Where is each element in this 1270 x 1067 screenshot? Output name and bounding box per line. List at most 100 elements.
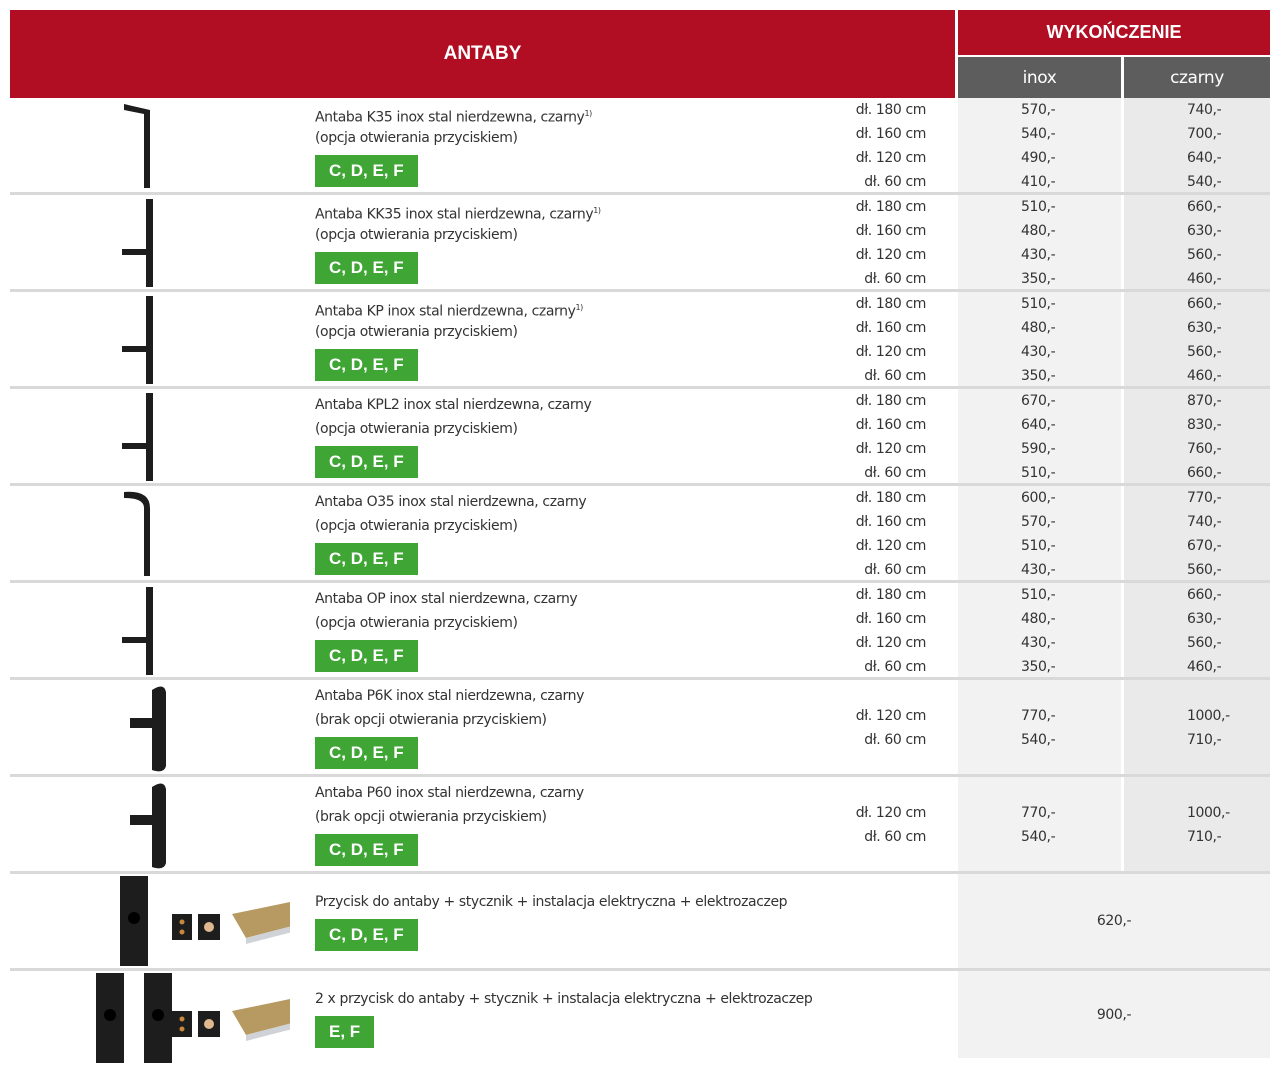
price-value: 560,- (1187, 247, 1222, 263)
header-antaby: ANTABY (10, 10, 955, 98)
price-value: 740,- (1187, 514, 1222, 530)
product-description: Antaba KK35 inox stal nierdzewna, czarny… (315, 199, 835, 284)
product-name-text: Antaba P6K inox stal nierdzewna, czarny (315, 688, 584, 704)
header-title: ANTABY (443, 43, 522, 64)
price-value: 770,- (1021, 805, 1056, 821)
price-value: 1000,- (1187, 708, 1230, 724)
length-value: dł. 180 cm (855, 393, 927, 409)
length-value: dł. 180 cm (855, 102, 927, 118)
product-row: Antaba O35 inox stal nierdzewna, czarny (… (0, 486, 1270, 583)
product-name-text: Antaba KP inox stal nierdzewna, czarny (315, 303, 576, 320)
accessory-row: 2 x przycisk do antaby + stycznik + inst… (0, 971, 1270, 1063)
price-value: 430,- (1021, 635, 1056, 651)
compatibility-badge: C, D, E, F (315, 543, 418, 575)
price-value: 630,- (1187, 320, 1222, 336)
price-inox: 770,- 540,- (958, 680, 1121, 774)
price-czarny: 660,- 630,- 560,- 460,- (1124, 195, 1270, 289)
length-value: dł. 160 cm (855, 320, 927, 336)
length-list: dł. 180 cm dł. 160 cm dł. 120 cm dł. 60 cm (760, 486, 927, 582)
length-value: dł. 120 cm (855, 538, 927, 554)
compatibility-badge: E, F (315, 1016, 375, 1048)
price-value: 410,- (1021, 174, 1056, 190)
compatibility-badge: C, D, E, F (315, 640, 418, 672)
accessory-name: Przycisk do antaby + stycznik + instalac… (315, 894, 788, 910)
price-value: 510,- (1021, 199, 1056, 215)
price-value: 900,- (1096, 1006, 1132, 1023)
product-row: Antaba P60 inox stal nierdzewna, czarny (… (0, 777, 1270, 874)
product-image (10, 583, 300, 677)
header-finish-label: WYKOŃCZENIE (1046, 22, 1182, 42)
product-row: Antaba OP inox stal nierdzewna, czarny (o… (0, 583, 1270, 680)
price-value: 510,- (1021, 465, 1056, 481)
electric-kit-illustration (50, 971, 300, 1067)
length-value: dł. 60 cm (864, 271, 926, 287)
price-value: 630,- (1187, 611, 1222, 627)
product-image (10, 98, 300, 192)
length-value: dł. 180 cm (855, 587, 927, 603)
accessory-row: Przycisk do antaby + stycznik + instalac… (0, 874, 1270, 971)
length-value: dł. 60 cm (864, 465, 926, 481)
price-inox: 510,- 480,- 430,- 350,- (958, 292, 1121, 386)
price-czarny: 740,- 700,- 640,- 540,- (1124, 98, 1270, 192)
product-option: (brak opcji otwierania przyciskiem) (315, 712, 547, 728)
product-name: Antaba KK35 inox stal nierdzewna, czarny… (315, 199, 835, 223)
accessory-name: 2 x przycisk do antaby + stycznik + inst… (315, 991, 813, 1007)
price-value: 560,- (1187, 344, 1222, 360)
product-description: Antaba P60 inox stal nierdzewna, czarny (… (315, 781, 835, 866)
product-row: Antaba KK35 inox stal nierdzewna, czarny… (0, 195, 1270, 292)
price-czarny: 770,- 740,- 670,- 560,- (1124, 486, 1270, 580)
header-finish: WYKOŃCZENIE (958, 10, 1270, 55)
product-description: Antaba K35 inox stal nierdzewna, czarny1… (315, 102, 835, 187)
price-inox: 570,- 540,- 490,- 410,- (958, 98, 1121, 192)
product-image (10, 486, 300, 580)
price-merged: 620,- (958, 874, 1270, 968)
length-value: dł. 60 cm (864, 829, 926, 845)
length-value: dł. 120 cm (855, 344, 927, 360)
length-list: dł. 180 cm dł. 160 cm dł. 120 cm dł. 60 cm (760, 389, 927, 485)
price-value: 640,- (1021, 417, 1056, 433)
accessory-image (10, 874, 300, 968)
price-value: 660,- (1187, 587, 1222, 603)
product-description: Antaba P6K inox stal nierdzewna, czarny (… (315, 684, 835, 769)
product-name-text: Antaba KPL2 inox stal nierdzewna, czarny (315, 397, 592, 413)
length-value: dł. 60 cm (864, 732, 926, 748)
price-value: 540,- (1021, 126, 1056, 142)
price-value: 660,- (1187, 199, 1222, 215)
handle-illustration (90, 391, 210, 487)
price-value: 480,- (1021, 320, 1056, 336)
compatibility-badge: C, D, E, F (315, 446, 418, 478)
price-value: 540,- (1187, 174, 1222, 190)
price-value: 430,- (1021, 344, 1056, 360)
price-czarny: 1000,- 710,- (1124, 777, 1270, 871)
product-option: (opcja otwierania przyciskiem) (315, 421, 518, 437)
length-value: dł. 120 cm (855, 247, 927, 263)
product-name: Antaba KPL2 inox stal nierdzewna, czarny (315, 393, 835, 417)
price-value: 760,- (1187, 441, 1222, 457)
price-value: 700,- (1187, 126, 1222, 142)
price-value: 430,- (1021, 247, 1056, 263)
price-value: 570,- (1021, 514, 1056, 530)
length-value: dł. 120 cm (855, 635, 927, 651)
product-option: (opcja otwierania przyciskiem) (315, 130, 518, 146)
accessory-description: 2 x przycisk do antaby + stycznik + inst… (315, 987, 835, 1048)
product-row: Antaba P6K inox stal nierdzewna, czarny (… (0, 680, 1270, 777)
product-option: (brak opcji otwierania przyciskiem) (315, 809, 547, 825)
length-list: dł. 120 cm dł. 60 cm (760, 704, 927, 752)
footnote-marker: 1) (593, 206, 601, 215)
price-value: 740,- (1187, 102, 1222, 118)
compatibility-badge: C, D, E, F (315, 919, 418, 951)
product-image (10, 389, 300, 483)
length-list: dł. 180 cm dł. 160 cm dł. 120 cm dł. 60 cm (760, 195, 927, 291)
product-description: Antaba KPL2 inox stal nierdzewna, czarny… (315, 393, 835, 478)
product-name: Antaba O35 inox stal nierdzewna, czarny (315, 490, 835, 514)
price-value: 570,- (1021, 102, 1056, 118)
product-name-text: Antaba KK35 inox stal nierdzewna, czarny (315, 206, 594, 223)
price-inox: 510,- 480,- 430,- 350,- (958, 583, 1121, 677)
price-value: 560,- (1187, 635, 1222, 651)
price-inox: 770,- 540,- (958, 777, 1121, 871)
handle-illustration (90, 779, 210, 875)
length-value: dł. 160 cm (855, 611, 927, 627)
